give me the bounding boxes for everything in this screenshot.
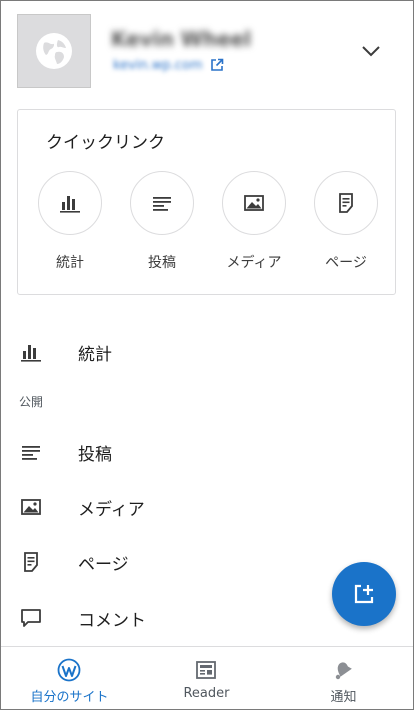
- media-icon: [21, 499, 41, 515]
- chevron-down-icon[interactable]: [359, 39, 383, 63]
- menu-item-media[interactable]: メディア: [1, 487, 413, 527]
- quick-link-posts-button[interactable]: [130, 171, 194, 235]
- menu-item-stats[interactable]: 統計: [1, 332, 413, 372]
- media-icon: [244, 195, 264, 211]
- bottom-nav: 自分のサイト Reader 通知: [1, 646, 413, 709]
- stats-icon: [21, 345, 41, 362]
- menu-item-comments-label: コメント: [78, 610, 146, 631]
- bell-icon: [335, 662, 352, 680]
- posts-icon: [153, 197, 171, 211]
- nav-tab-reader[interactable]: Reader: [138, 647, 275, 709]
- site-url-link[interactable]: kevin.wp.com: [113, 56, 224, 74]
- site-url[interactable]: kevin.wp.com: [113, 58, 203, 73]
- app-frame: Kevin Wheel kevin.wp.com クイックリンク 統計 投稿 メ…: [0, 0, 414, 710]
- pages-icon: [24, 552, 38, 572]
- comment-icon: [21, 609, 41, 627]
- quick-link-pages-label: ページ: [325, 255, 367, 271]
- pages-icon: [339, 193, 353, 213]
- quick-links-title: クイックリンク: [46, 133, 165, 153]
- quick-link-pages-button[interactable]: [314, 171, 378, 235]
- site-title: Kevin Wheel: [111, 27, 252, 49]
- external-link-icon: [211, 58, 224, 71]
- site-header[interactable]: Kevin Wheel kevin.wp.com: [1, 1, 413, 101]
- quick-links-card: クイックリンク 統計 投稿 メディア ページ: [17, 109, 396, 295]
- quick-link-posts-label: 投稿: [148, 255, 176, 271]
- posts-icon: [22, 446, 40, 460]
- quick-link-media-label: メディア: [226, 255, 282, 271]
- menu-item-stats-label: 統計: [78, 344, 112, 365]
- nav-tab-notifications[interactable]: 通知: [275, 647, 412, 709]
- nav-tab-notifications-label: 通知: [330, 690, 357, 705]
- quick-link-pages[interactable]: ページ: [306, 171, 386, 272]
- menu-item-posts[interactable]: 投稿: [1, 432, 413, 472]
- stats-icon: [60, 196, 80, 213]
- site-icon[interactable]: [17, 14, 91, 88]
- menu-item-media-label: メディア: [78, 499, 145, 520]
- nav-tab-my-site-label: 自分のサイト: [30, 690, 109, 705]
- quick-link-stats-button[interactable]: [38, 171, 102, 235]
- section-label-publish: 公開: [19, 395, 44, 409]
- quick-link-posts[interactable]: 投稿: [122, 171, 202, 272]
- new-post-icon: [354, 584, 374, 604]
- globe-icon: [36, 33, 72, 69]
- wordpress-logo-icon: [57, 658, 81, 682]
- nav-tab-reader-label: Reader: [183, 686, 230, 701]
- quick-link-media-button[interactable]: [222, 171, 286, 235]
- quick-link-stats-label: 統計: [56, 255, 84, 271]
- menu-item-posts-label: 投稿: [78, 444, 112, 465]
- new-post-fab[interactable]: [332, 562, 396, 626]
- quick-link-media[interactable]: メディア: [214, 171, 294, 272]
- reader-icon: [196, 661, 216, 679]
- menu-item-pages-label: ページ: [78, 554, 129, 575]
- nav-tab-my-site[interactable]: 自分のサイト: [1, 647, 138, 709]
- quick-link-stats[interactable]: 統計: [30, 171, 110, 272]
